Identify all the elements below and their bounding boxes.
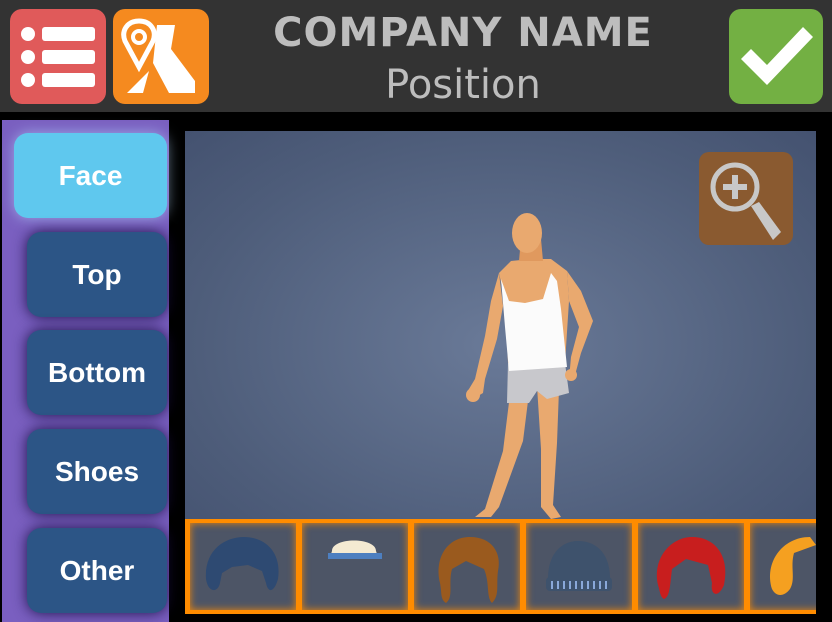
wavy-hair-icon (438, 537, 499, 603)
tab-top[interactable]: Top (27, 232, 167, 317)
blonde-hair-icon (770, 537, 816, 595)
beanie-icon (546, 541, 612, 591)
red-bob-icon (656, 537, 726, 599)
company-name: COMPANY NAME (273, 10, 653, 56)
item-dark-hair[interactable] (190, 523, 296, 610)
map-pin-icon (121, 18, 195, 93)
item-brown-hair[interactable] (414, 523, 520, 610)
cap-icon (328, 540, 382, 559)
tab-face[interactable]: Face (14, 133, 167, 218)
tab-shoes[interactable]: Shoes (27, 429, 167, 514)
item-carousel (185, 519, 816, 614)
item-beanie[interactable] (526, 523, 632, 610)
position-title: Position (385, 62, 541, 108)
zoom-in-icon (710, 162, 781, 240)
header-bar: COMPANY NAME Position (0, 0, 832, 112)
checkmark-icon (741, 27, 813, 85)
item-white-cap[interactable] (302, 523, 408, 610)
tab-other[interactable]: Other (27, 528, 167, 613)
category-sidebar: Face Top Bottom Shoes Other (2, 120, 169, 622)
avatar-stage (185, 131, 816, 519)
confirm-button[interactable] (729, 9, 823, 104)
item-red-hair[interactable] (638, 523, 744, 610)
map-button[interactable] (113, 9, 209, 104)
short-hair-icon (205, 537, 279, 591)
tab-bottom[interactable]: Bottom (27, 330, 167, 415)
menu-button[interactable] (10, 9, 106, 104)
zoom-button[interactable] (699, 152, 793, 245)
item-blonde-hair[interactable] (750, 523, 816, 610)
